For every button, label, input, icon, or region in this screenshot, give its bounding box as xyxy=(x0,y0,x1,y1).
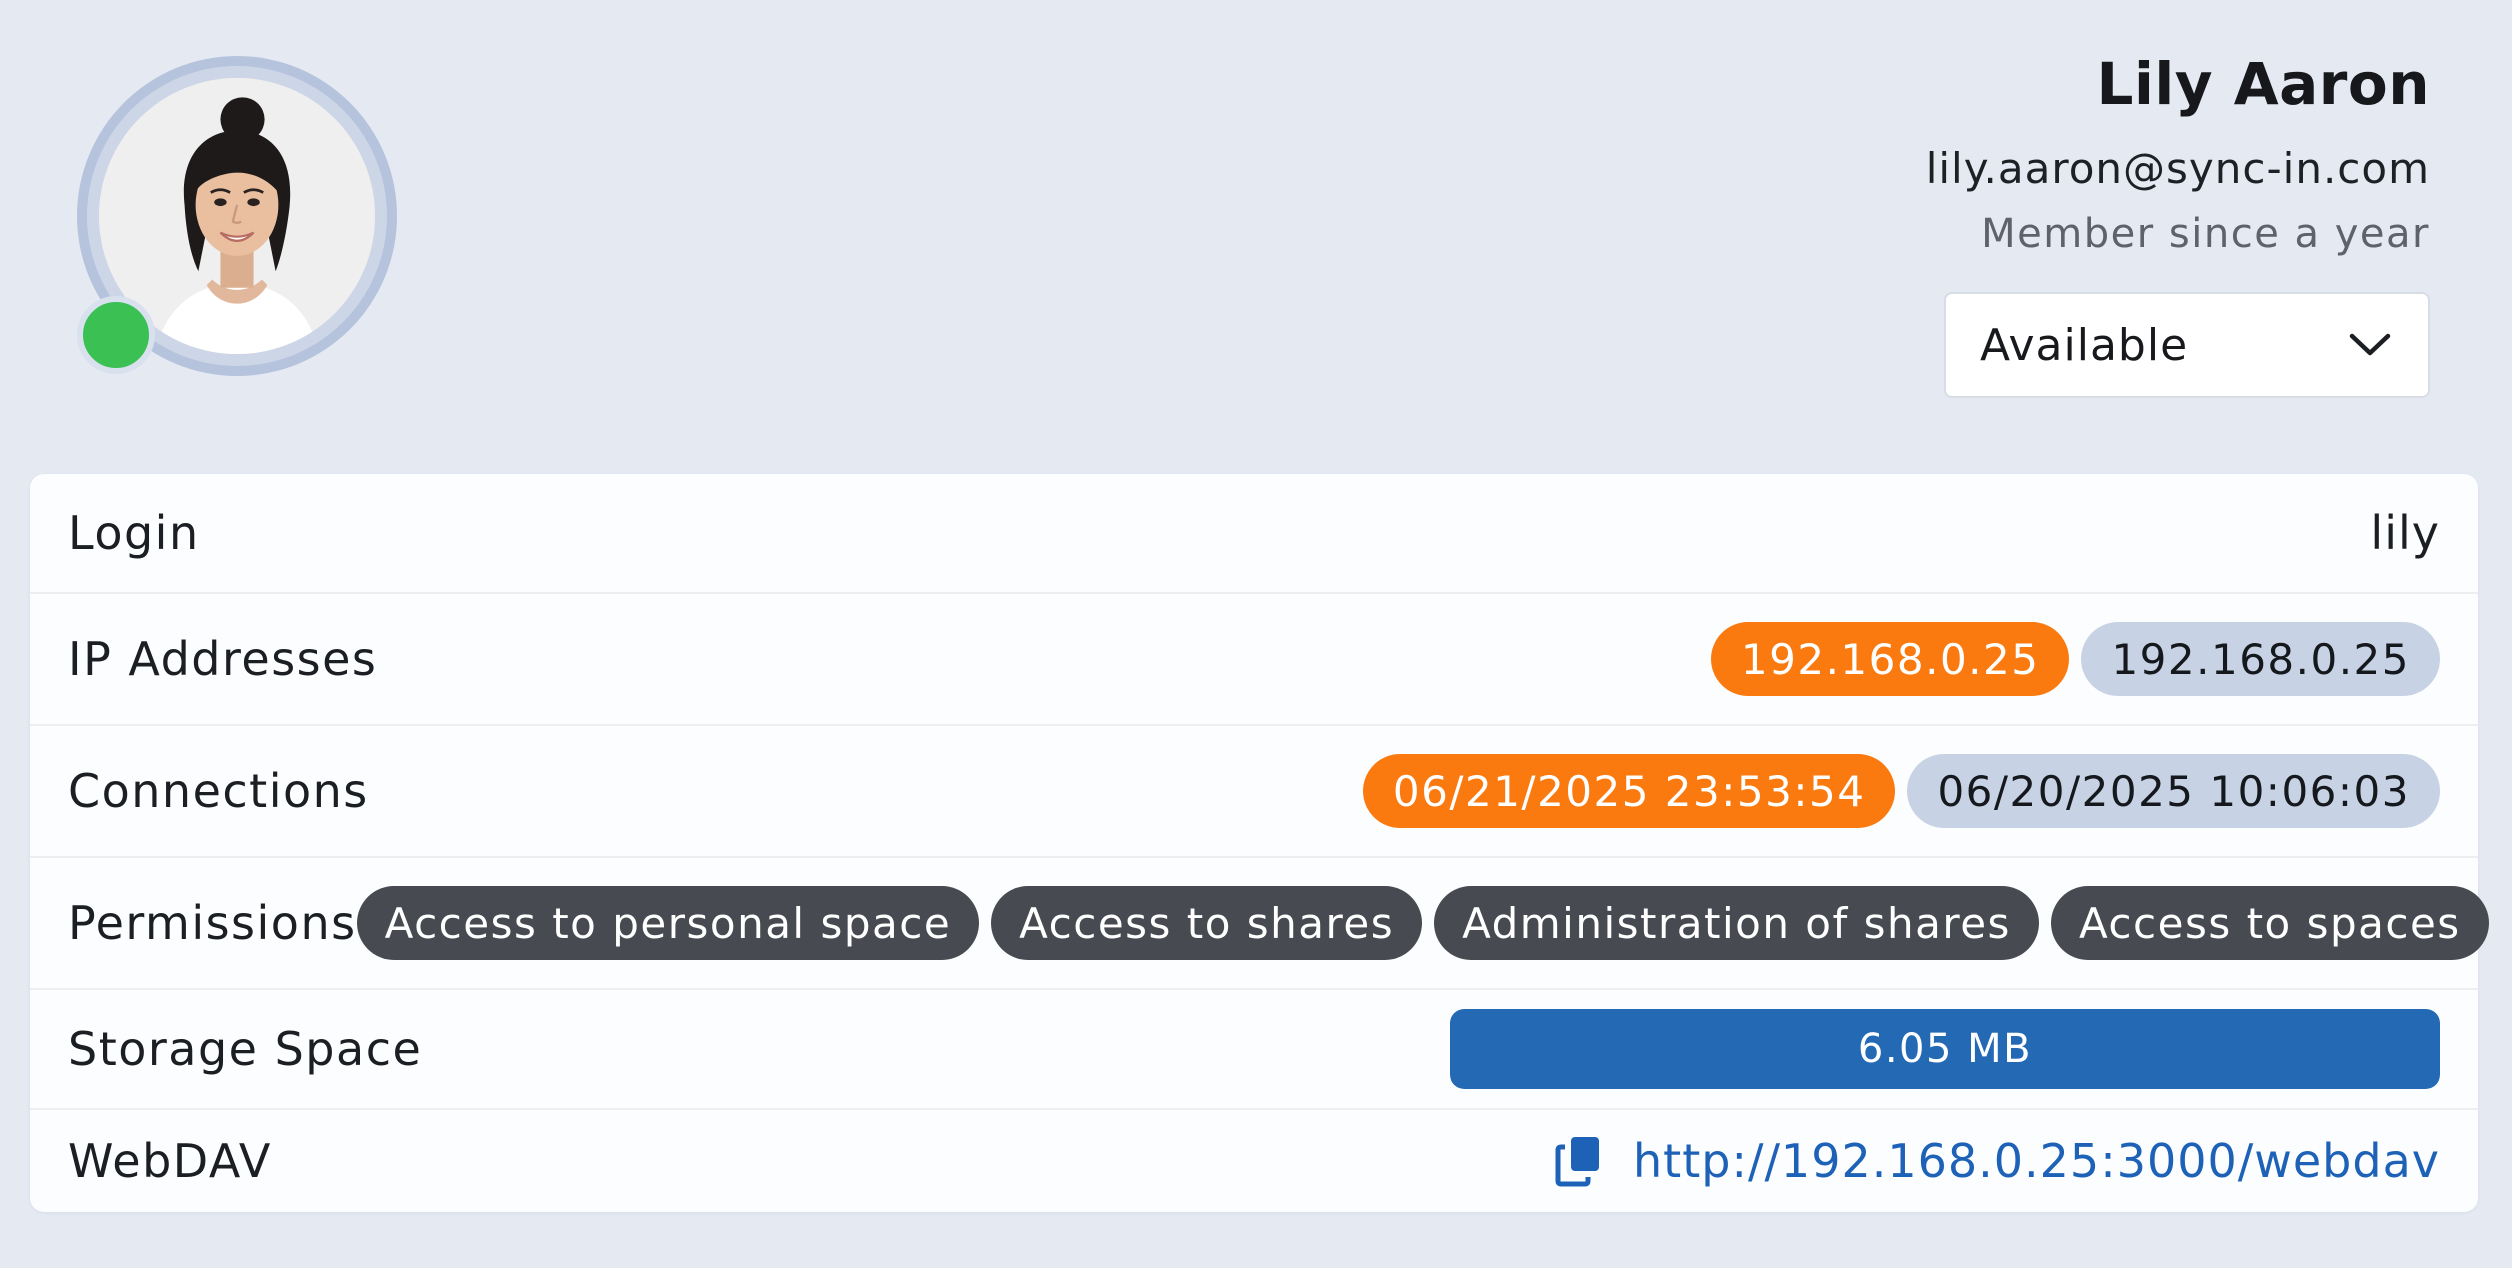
row-ip-addresses: IP Addresses 192.168.0.25 192.168.0.25 xyxy=(30,594,2478,726)
permission-list: Access to personal space Access to share… xyxy=(356,886,2489,960)
chevron-down-icon xyxy=(2349,333,2391,356)
webdav-url-link[interactable]: http://192.168.0.25:3000/webdav xyxy=(1633,1134,2440,1188)
connection-badge: 06/20/2025 10:06:03 xyxy=(1907,754,2440,828)
row-connections: Connections 06/21/2025 23:53:54 06/20/20… xyxy=(30,726,2478,858)
row-permissions: Permissions Access to personal space Acc… xyxy=(30,858,2489,990)
connections-label: Connections xyxy=(68,764,369,818)
status-select-value: Available xyxy=(1980,319,2189,371)
ip-address-badge: 192.168.0.25 xyxy=(1710,622,2070,696)
permission-badge: Access to personal space xyxy=(356,886,980,960)
copy-icon[interactable] xyxy=(1555,1135,1603,1187)
profile-page: Lily Aaron lily.aaron@sync-in.com Member… xyxy=(0,0,2512,1268)
storage-value: 6.05 MB xyxy=(1857,1026,2033,1072)
online-status-indicator xyxy=(77,296,155,374)
profile-info: Lily Aaron lily.aaron@sync-in.com Member… xyxy=(1926,44,2430,262)
user-email: lily.aaron@sync-in.com xyxy=(1925,144,2430,193)
webdav-value: http://192.168.0.25:3000/webdav xyxy=(1555,1134,2440,1188)
storage-space-label: Storage Space xyxy=(68,1022,423,1076)
connection-badge: 06/21/2025 23:53:54 xyxy=(1362,754,1896,828)
storage-progress-bar: 6.05 MB xyxy=(1450,1009,2440,1089)
login-label: Login xyxy=(68,506,200,560)
login-value: lily xyxy=(2370,506,2440,560)
row-storage-space: Storage Space 6.05 MB xyxy=(30,990,2478,1110)
ip-address-badge: 192.168.0.25 xyxy=(2081,622,2440,696)
user-details-card: Login lily IP Addresses 192.168.0.25 192… xyxy=(30,474,2489,1212)
member-since: Member since a year xyxy=(1981,211,2430,257)
row-webdav: WebDAV http://192.168.0.25:3000/webdav xyxy=(30,1110,2478,1212)
permissions-label: Permissions xyxy=(68,896,357,950)
ip-address-list: 192.168.0.25 192.168.0.25 xyxy=(1710,622,2440,696)
permission-badge: Access to shares xyxy=(991,886,1423,960)
user-name: Lily Aaron xyxy=(2096,50,2430,118)
webdav-label: WebDAV xyxy=(68,1134,272,1188)
connection-list: 06/21/2025 23:53:54 06/20/2025 10:06:03 xyxy=(1362,754,2440,828)
permission-badge: Administration of shares xyxy=(1434,886,2039,960)
avatar xyxy=(77,56,397,376)
row-login: Login lily xyxy=(30,474,2478,594)
permission-badge: Access to spaces xyxy=(2050,886,2489,960)
status-select[interactable]: Available xyxy=(1944,292,2430,398)
ip-addresses-label: IP Addresses xyxy=(68,632,378,686)
